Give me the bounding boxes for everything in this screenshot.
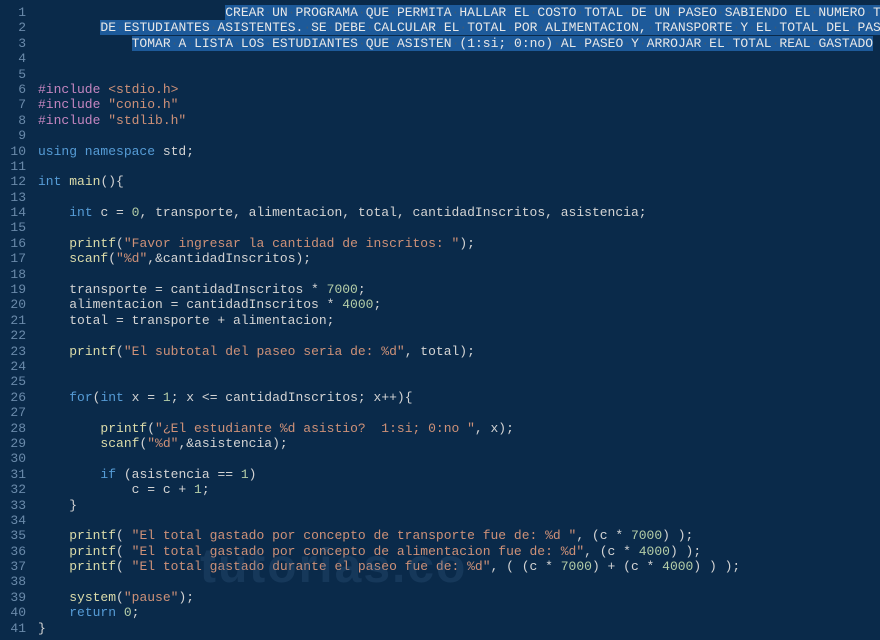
line-number-gutter: 1234567891011121314151617181920212223242… — [0, 0, 34, 640]
line-number: 32 — [0, 481, 26, 496]
line-number: 12 — [0, 173, 26, 188]
code-line[interactable] — [38, 189, 880, 204]
line-number: 28 — [0, 420, 26, 435]
line-number: 7 — [0, 96, 26, 111]
line-number: 9 — [0, 127, 26, 142]
code-line[interactable]: scanf("%d",&asistencia); — [38, 435, 880, 450]
code-line[interactable]: return 0; — [38, 604, 880, 619]
code-line[interactable]: } — [38, 497, 880, 512]
line-number: 21 — [0, 312, 26, 327]
line-number: 25 — [0, 373, 26, 388]
code-line[interactable]: printf( "El total gastado durante el pas… — [38, 558, 880, 573]
line-number: 1 — [0, 4, 26, 19]
line-number: 33 — [0, 497, 26, 512]
code-line[interactable]: c = c + 1; — [38, 481, 880, 496]
code-editor[interactable]: 1234567891011121314151617181920212223242… — [0, 0, 880, 640]
code-line[interactable]: int c = 0, transporte, alimentacion, tot… — [38, 204, 880, 219]
code-line[interactable] — [38, 573, 880, 588]
code-line[interactable] — [38, 512, 880, 527]
code-line[interactable]: } — [38, 620, 880, 635]
code-line[interactable]: TOMAR·A·LISTA·LOS·ESTUDIANTES·QUE·ASISTE… — [38, 35, 880, 50]
line-number: 16 — [0, 235, 26, 250]
code-line[interactable]: if (asistencia == 1) — [38, 466, 880, 481]
line-number: 31 — [0, 466, 26, 481]
code-line[interactable] — [38, 404, 880, 419]
code-line[interactable] — [38, 219, 880, 234]
code-line[interactable]: using namespace std; — [38, 143, 880, 158]
line-number: 13 — [0, 189, 26, 204]
code-line[interactable] — [38, 266, 880, 281]
code-line[interactable] — [38, 158, 880, 173]
code-line[interactable]: printf("El subtotal del paseo seria de: … — [38, 343, 880, 358]
line-number: 39 — [0, 589, 26, 604]
line-number: 23 — [0, 343, 26, 358]
line-number: 15 — [0, 219, 26, 234]
code-line[interactable]: #include "conio.h" — [38, 96, 880, 111]
code-line[interactable]: DE·ESTUDIANTES·ASISTENTES.·SE·DEBE·CALCU… — [38, 19, 880, 34]
line-number: 19 — [0, 281, 26, 296]
code-line[interactable] — [38, 127, 880, 142]
code-line[interactable]: alimentacion = cantidadInscritos * 4000; — [38, 296, 880, 311]
code-area[interactable]: CREAR·UN·PROGRAMA·QUE·PERMITA·HALLAR·EL·… — [34, 0, 880, 640]
line-number: 18 — [0, 266, 26, 281]
line-number: 14 — [0, 204, 26, 219]
line-number: 26 — [0, 389, 26, 404]
code-line[interactable] — [38, 358, 880, 373]
code-line[interactable]: #include <stdio.h> — [38, 81, 880, 96]
line-number: 24 — [0, 358, 26, 373]
code-line[interactable]: int main(){ — [38, 173, 880, 188]
line-number: 27 — [0, 404, 26, 419]
line-number: 35 — [0, 527, 26, 542]
line-number: 40 — [0, 604, 26, 619]
code-line[interactable] — [38, 450, 880, 465]
code-line[interactable] — [38, 66, 880, 81]
line-number: 41 — [0, 620, 26, 635]
line-number: 36 — [0, 543, 26, 558]
line-number: 11 — [0, 158, 26, 173]
code-line[interactable]: for(int x = 1; x <= cantidadInscritos; x… — [38, 389, 880, 404]
code-line[interactable]: transporte = cantidadInscritos * 7000; — [38, 281, 880, 296]
line-number: 4 — [0, 50, 26, 65]
line-number: 17 — [0, 250, 26, 265]
line-number: 30 — [0, 450, 26, 465]
line-number: 38 — [0, 573, 26, 588]
code-line[interactable]: #include "stdlib.h" — [38, 112, 880, 127]
code-line[interactable]: CREAR·UN·PROGRAMA·QUE·PERMITA·HALLAR·EL·… — [38, 4, 880, 19]
line-number: 29 — [0, 435, 26, 450]
code-line[interactable] — [38, 50, 880, 65]
line-number: 6 — [0, 81, 26, 96]
line-number: 5 — [0, 66, 26, 81]
line-number: 2 — [0, 19, 26, 34]
code-line[interactable]: printf( "El total gastado por concepto d… — [38, 527, 880, 542]
code-line[interactable]: printf( "El total gastado por concepto d… — [38, 543, 880, 558]
line-number: 3 — [0, 35, 26, 50]
code-line[interactable]: printf("¿El estudiante %d asistio? 1:si;… — [38, 420, 880, 435]
code-line[interactable]: system("pause"); — [38, 589, 880, 604]
line-number: 10 — [0, 143, 26, 158]
line-number: 8 — [0, 112, 26, 127]
code-line[interactable]: scanf("%d",&cantidadInscritos); — [38, 250, 880, 265]
code-line[interactable] — [38, 373, 880, 388]
line-number: 22 — [0, 327, 26, 342]
line-number: 20 — [0, 296, 26, 311]
line-number: 37 — [0, 558, 26, 573]
line-number: 34 — [0, 512, 26, 527]
code-line[interactable]: printf("Favor ingresar la cantidad de in… — [38, 235, 880, 250]
code-line[interactable]: total = transporte + alimentacion; — [38, 312, 880, 327]
code-line[interactable] — [38, 327, 880, 342]
